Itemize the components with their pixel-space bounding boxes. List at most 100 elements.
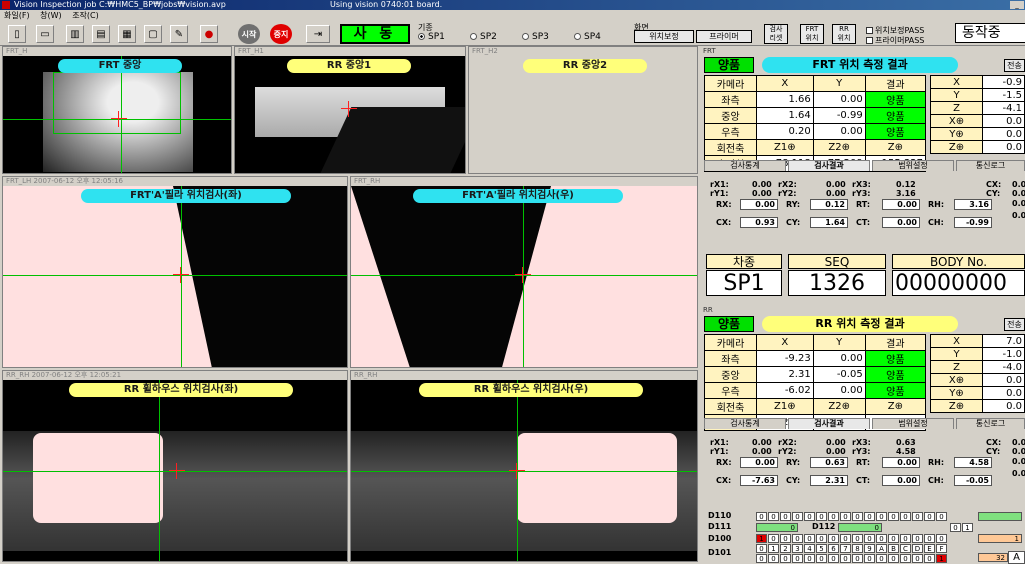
rr-result-title: RR 위치 측정 결과 <box>762 316 958 332</box>
body-no-value: 00000000 <box>892 270 1025 296</box>
frt-send-button[interactable]: 전송 <box>1004 59 1025 72</box>
camera-panel-rr-rh[interactable]: RR_RH RR 휠하우스 위치검사(우) <box>350 370 698 562</box>
operation-status: 동작중 <box>955 23 1025 43</box>
bit-cell: 0 <box>864 512 875 521</box>
bit-cell: 1 <box>756 534 767 543</box>
bit-cell: 0 <box>804 554 815 563</box>
model-radio-sp1[interactable]: SP1 <box>418 32 445 42</box>
bit-cell: 0 <box>768 534 779 543</box>
d112-value: 0 <box>838 523 882 532</box>
tab-comm-log[interactable]: 통신로그 <box>956 160 1025 171</box>
camera-panel-frt-rh[interactable]: FRT_RH FRT'A'필라 위치검사(우) <box>350 176 698 368</box>
rr-position-button[interactable]: RR 위치 <box>832 24 856 44</box>
bit-cell: 0 <box>876 554 887 563</box>
camera-config-icon[interactable]: ▥ <box>66 25 84 43</box>
camera-panel-frt-h2[interactable]: FRT_H2 RR 중앙2 <box>468 46 698 174</box>
table-row: 회전축 Z1⊕ Z2⊕ Z⊕ <box>704 398 927 415</box>
bit-cell: 0 <box>792 512 803 521</box>
tab-results[interactable]: 검사결과 <box>788 160 870 171</box>
start-button[interactable]: 시작 <box>238 24 260 44</box>
primer-button[interactable]: 프라이머 <box>696 30 752 43</box>
new-file-icon[interactable]: ▯ <box>8 25 26 43</box>
bit-cell: 0 <box>936 534 947 543</box>
model-radio-sp2[interactable]: SP2 <box>470 32 497 42</box>
tab-results[interactable]: 검사결과 <box>788 418 870 429</box>
bit-index-row: 0123456789ABCDEF <box>756 544 948 553</box>
stop-button[interactable]: 중지 <box>270 24 292 44</box>
bit-cell: 0 <box>924 512 935 521</box>
document-icon[interactable]: ▢ <box>144 25 162 43</box>
bit-cell: 9 <box>864 544 875 553</box>
bit-cell: 0 <box>780 554 791 563</box>
panel-header: FRT_LH 2007-06-12 오후 12:05:16 <box>3 177 347 186</box>
frt-section-header: FRT <box>700 46 1025 56</box>
grid-icon[interactable]: ▦ <box>118 25 136 43</box>
camera-panel-frt-lh[interactable]: FRT_LH 2007-06-12 오후 12:05:16 FRT'A'필라 위… <box>2 176 348 368</box>
primer-pass-checkbox[interactable]: 프라이머PASS <box>866 35 924 46</box>
table-row: 회전축 Z1⊕ Z2⊕ Z⊕ <box>704 139 927 156</box>
bit-cell: 0 <box>852 512 863 521</box>
frt-stats: rX1: 0.00 rX2: 0.00 rX3: 0.12 CX: 0.0 rY1: 0.… <box>710 180 1025 228</box>
menu-file[interactable]: 화일(F) <box>4 11 30 20</box>
rr-send-button[interactable]: 전송 <box>1004 318 1025 331</box>
body-no-label: BODY No. <box>892 254 1025 269</box>
bit-cell: 0 <box>900 534 911 543</box>
bit-cell: 7 <box>840 544 851 553</box>
ime-indicator[interactable]: A <box>1008 551 1025 564</box>
bit-cell: 0 <box>768 554 779 563</box>
crosshair-v <box>159 380 160 561</box>
bit-cell: 0 <box>912 554 923 563</box>
title-bar: Vision Inspection job C:₩HMC5_BP₩jobs₩vi… <box>0 0 1025 10</box>
d101-bits: 0000000000000001 <box>756 554 948 563</box>
bit-cell: 0 <box>756 512 767 521</box>
menu-window[interactable]: 창(W) <box>40 11 62 20</box>
bit-cell: 4 <box>804 544 815 553</box>
panel-header: FRT_RH <box>351 177 697 186</box>
bit-cell: 0 <box>756 544 767 553</box>
camera-panel-rr-lh[interactable]: RR_RH 2007-06-12 오후 12:05:21 RR 휠하우스 위치검… <box>2 370 348 562</box>
panel-title: RR 중앙1 <box>287 59 411 73</box>
wheel-house-region <box>517 433 677 523</box>
target-marker <box>509 463 525 479</box>
tab-statistics[interactable]: 검사통계 <box>704 418 786 429</box>
table-row: 중앙 2.31 -0.05 양품 <box>704 366 927 383</box>
tab-statistics[interactable]: 검사통계 <box>704 160 786 171</box>
frt-position-button[interactable]: FRT 위치 <box>800 24 824 44</box>
table-row: 중앙 1.64 -0.99 양품 <box>704 107 927 124</box>
target-marker <box>341 101 357 117</box>
target-marker <box>169 463 185 479</box>
bit-cell: 0 <box>924 554 935 563</box>
bit-cell: B <box>888 544 899 553</box>
minimize-button[interactable]: _ <box>1010 1 1024 9</box>
edit-icon[interactable]: ✎ <box>170 25 188 43</box>
d110-bits: 0000000000000000 <box>756 512 948 521</box>
rr-section-header: RR <box>700 305 1025 315</box>
panel-header: FRT_H2 <box>469 47 697 56</box>
d112-label: D112 <box>812 522 836 531</box>
bit-cell: 0 <box>816 554 827 563</box>
car-type-value: SP1 <box>706 270 782 296</box>
model-radio-sp3[interactable]: SP3 <box>522 32 549 42</box>
table-row: 좌측 -9.23 0.00 양품 <box>704 350 927 367</box>
tab-range[interactable]: 범위설정 <box>872 418 954 429</box>
image-icon[interactable]: ▤ <box>92 25 110 43</box>
bit-cell: 0 <box>804 512 815 521</box>
table-row: 우측 0.20 0.00 양품 <box>704 123 927 140</box>
open-folder-icon[interactable]: ▭ <box>36 25 54 43</box>
exit-icon[interactable]: ⇥ <box>306 25 330 43</box>
menu-operation[interactable]: 조작(C) <box>72 11 99 20</box>
bit-cell: A <box>876 544 887 553</box>
col-x: X <box>756 75 814 92</box>
panel-header: RR_RH <box>351 371 697 380</box>
bit-cell: 0 <box>828 512 839 521</box>
camera-panel-frt-h1[interactable]: FRT_H1 RR 중앙1 <box>234 46 466 174</box>
inspection-reset-button[interactable]: 검사 리셋 <box>764 24 788 44</box>
tab-comm-log[interactable]: 통신로그 <box>956 418 1025 429</box>
color-palette-icon[interactable]: ● <box>200 25 218 43</box>
camera-panel-frt-h[interactable]: FRT_H FRT 중앙 <box>2 46 232 174</box>
tab-range[interactable]: 범위설정 <box>872 160 954 171</box>
bit-cell: 0 <box>900 512 911 521</box>
bit-cell: 0 <box>888 534 899 543</box>
model-radio-sp4[interactable]: SP4 <box>574 32 601 42</box>
position-correction-button[interactable]: 위치보정 <box>634 30 694 43</box>
